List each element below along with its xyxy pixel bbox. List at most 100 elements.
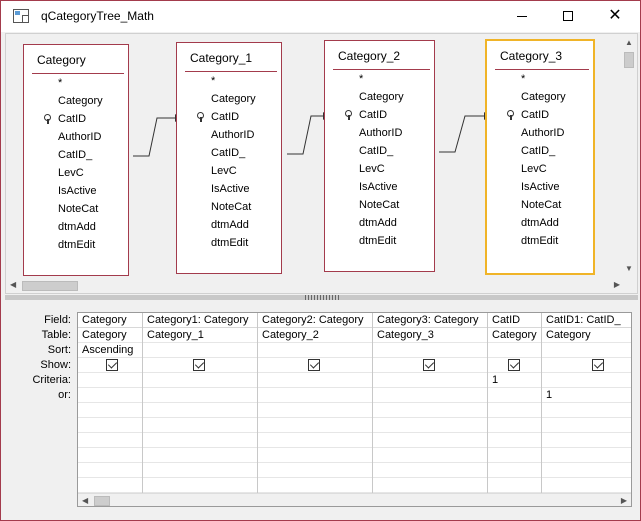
grid-cell-show[interactable] (78, 358, 142, 373)
grid-cell-empty[interactable] (258, 403, 372, 418)
title-bar[interactable]: qCategoryTree_Math ✕ (1, 1, 640, 32)
grid-cell-empty[interactable] (78, 478, 142, 493)
show-checkbox[interactable] (193, 359, 205, 371)
grid-cell-sort[interactable] (143, 343, 257, 358)
grid-cell-empty[interactable] (143, 403, 257, 418)
grid-cell-empty[interactable] (143, 418, 257, 433)
grid-cell-table[interactable]: Category_2 (258, 328, 372, 343)
grid-cell-empty[interactable] (373, 448, 487, 463)
minimize-button[interactable] (499, 1, 545, 31)
grid-cell-table[interactable]: Category (488, 328, 541, 343)
grid-cell-empty[interactable] (143, 433, 257, 448)
grid-cell-empty[interactable] (488, 418, 541, 433)
grid-cell-sort[interactable] (488, 343, 541, 358)
field-list-item[interactable]: IsActive (24, 182, 128, 200)
field-list-item[interactable]: dtmEdit (487, 232, 593, 250)
table-box-category-3[interactable]: Category_3 * Category CatID AuthorID Cat… (485, 39, 595, 275)
field-list-item[interactable]: * (487, 70, 593, 88)
show-checkbox[interactable] (106, 359, 118, 371)
grid-cell-empty[interactable] (258, 433, 372, 448)
grid-cell-empty[interactable] (258, 448, 372, 463)
field-list-item[interactable]: * (177, 72, 281, 90)
grid-column-3[interactable]: Category2: Category Category_2 (258, 313, 373, 493)
field-list-item[interactable]: AuthorID (487, 124, 593, 142)
grid-column-6[interactable]: CatID1: CatID_ Category 1 (542, 313, 631, 493)
grid-cell-empty[interactable] (488, 448, 541, 463)
grid-cell-empty[interactable] (373, 433, 487, 448)
grid-cell-or[interactable] (143, 388, 257, 403)
grid-cell-field[interactable]: Category (78, 313, 142, 328)
field-list-item[interactable]: dtmEdit (177, 234, 281, 252)
show-checkbox[interactable] (592, 359, 604, 371)
grid-cell-field[interactable]: CatID (488, 313, 541, 328)
grid-cell-empty[interactable] (78, 433, 142, 448)
grid-cell-or[interactable] (78, 388, 142, 403)
grid-cell-criteria[interactable]: 1 (488, 373, 541, 388)
grid-cell-empty[interactable] (258, 463, 372, 478)
grid-column-4[interactable]: Category3: Category Category_3 (373, 313, 488, 493)
grid-cell-empty[interactable] (143, 448, 257, 463)
splitter-grip-icon[interactable] (305, 295, 341, 300)
maximize-button[interactable] (545, 1, 591, 31)
grid-cell-empty[interactable] (542, 478, 631, 493)
grid-cell-show[interactable] (143, 358, 257, 373)
grid-cell-empty[interactable] (542, 448, 631, 463)
table-box-title[interactable]: Category_2 (325, 41, 434, 69)
grid-column-1[interactable]: Category Category Ascending (78, 313, 143, 493)
grid-cell-empty[interactable] (542, 433, 631, 448)
field-list-item[interactable]: dtmAdd (487, 214, 593, 232)
grid-cell-sort[interactable]: Ascending (78, 343, 142, 358)
scroll-right-arrow-icon[interactable]: ▶ (614, 280, 620, 289)
field-list-item[interactable]: IsActive (487, 178, 593, 196)
grid-cell-empty[interactable] (78, 403, 142, 418)
field-list-item[interactable]: Category (325, 88, 434, 106)
scroll-up-arrow-icon[interactable]: ▲ (623, 38, 635, 50)
field-list-item[interactable]: Category (487, 88, 593, 106)
field-list-item[interactable]: CatID_ (325, 142, 434, 160)
field-list-item[interactable]: NoteCat (325, 196, 434, 214)
field-list-item[interactable]: CatID_ (487, 142, 593, 160)
grid-cell-or[interactable]: 1 (542, 388, 631, 403)
grid-cell-show[interactable] (373, 358, 487, 373)
grid-cell-or[interactable] (373, 388, 487, 403)
show-checkbox[interactable] (508, 359, 520, 371)
grid-cell-empty[interactable] (488, 478, 541, 493)
grid-cell-criteria[interactable] (258, 373, 372, 388)
pane-splitter[interactable] (5, 295, 638, 300)
grid-cell-criteria[interactable] (373, 373, 487, 388)
grid-cell-sort[interactable] (542, 343, 631, 358)
close-button[interactable]: ✕ (592, 1, 638, 31)
field-list-item[interactable]: Category (177, 90, 281, 108)
scroll-right-arrow-icon[interactable]: ▶ (621, 496, 627, 505)
grid-cell-empty[interactable] (78, 463, 142, 478)
field-list-item[interactable]: LevC (24, 164, 128, 182)
field-list-item[interactable]: dtmAdd (325, 214, 434, 232)
grid-cell-table[interactable]: Category_1 (143, 328, 257, 343)
table-diagram-pane[interactable]: Category * Category CatID AuthorID CatID… (5, 33, 638, 294)
grid-cell-empty[interactable] (542, 463, 631, 478)
grid-cell-empty[interactable] (488, 433, 541, 448)
grid-cell-criteria[interactable] (542, 373, 631, 388)
grid-cell-field[interactable]: Category2: Category (258, 313, 372, 328)
grid-cell-or[interactable] (488, 388, 541, 403)
diagram-horizontal-scrollbar[interactable]: ◀ ▶ (10, 280, 620, 292)
grid-cell-empty[interactable] (488, 403, 541, 418)
scroll-left-arrow-icon[interactable]: ◀ (82, 496, 88, 505)
show-checkbox[interactable] (423, 359, 435, 371)
grid-cell-or[interactable] (258, 388, 372, 403)
grid-cell-sort[interactable] (258, 343, 372, 358)
grid-cell-empty[interactable] (143, 463, 257, 478)
grid-cell-empty[interactable] (258, 478, 372, 493)
field-list-item[interactable]: LevC (487, 160, 593, 178)
grid-cell-field[interactable]: Category1: Category (143, 313, 257, 328)
scroll-down-arrow-icon[interactable]: ▼ (623, 264, 635, 276)
grid-cell-criteria[interactable] (143, 373, 257, 388)
grid-cell-field[interactable]: CatID1: CatID_ (542, 313, 631, 328)
field-list-item[interactable]: dtmAdd (177, 216, 281, 234)
field-list-item-key[interactable]: CatID (24, 110, 128, 128)
grid-horizontal-scrollbar[interactable]: ◀ ▶ (78, 493, 631, 506)
field-list-item[interactable]: AuthorID (325, 124, 434, 142)
field-list-item[interactable]: * (24, 74, 128, 92)
grid-cell-empty[interactable] (143, 478, 257, 493)
field-list-item[interactable]: dtmEdit (24, 236, 128, 254)
